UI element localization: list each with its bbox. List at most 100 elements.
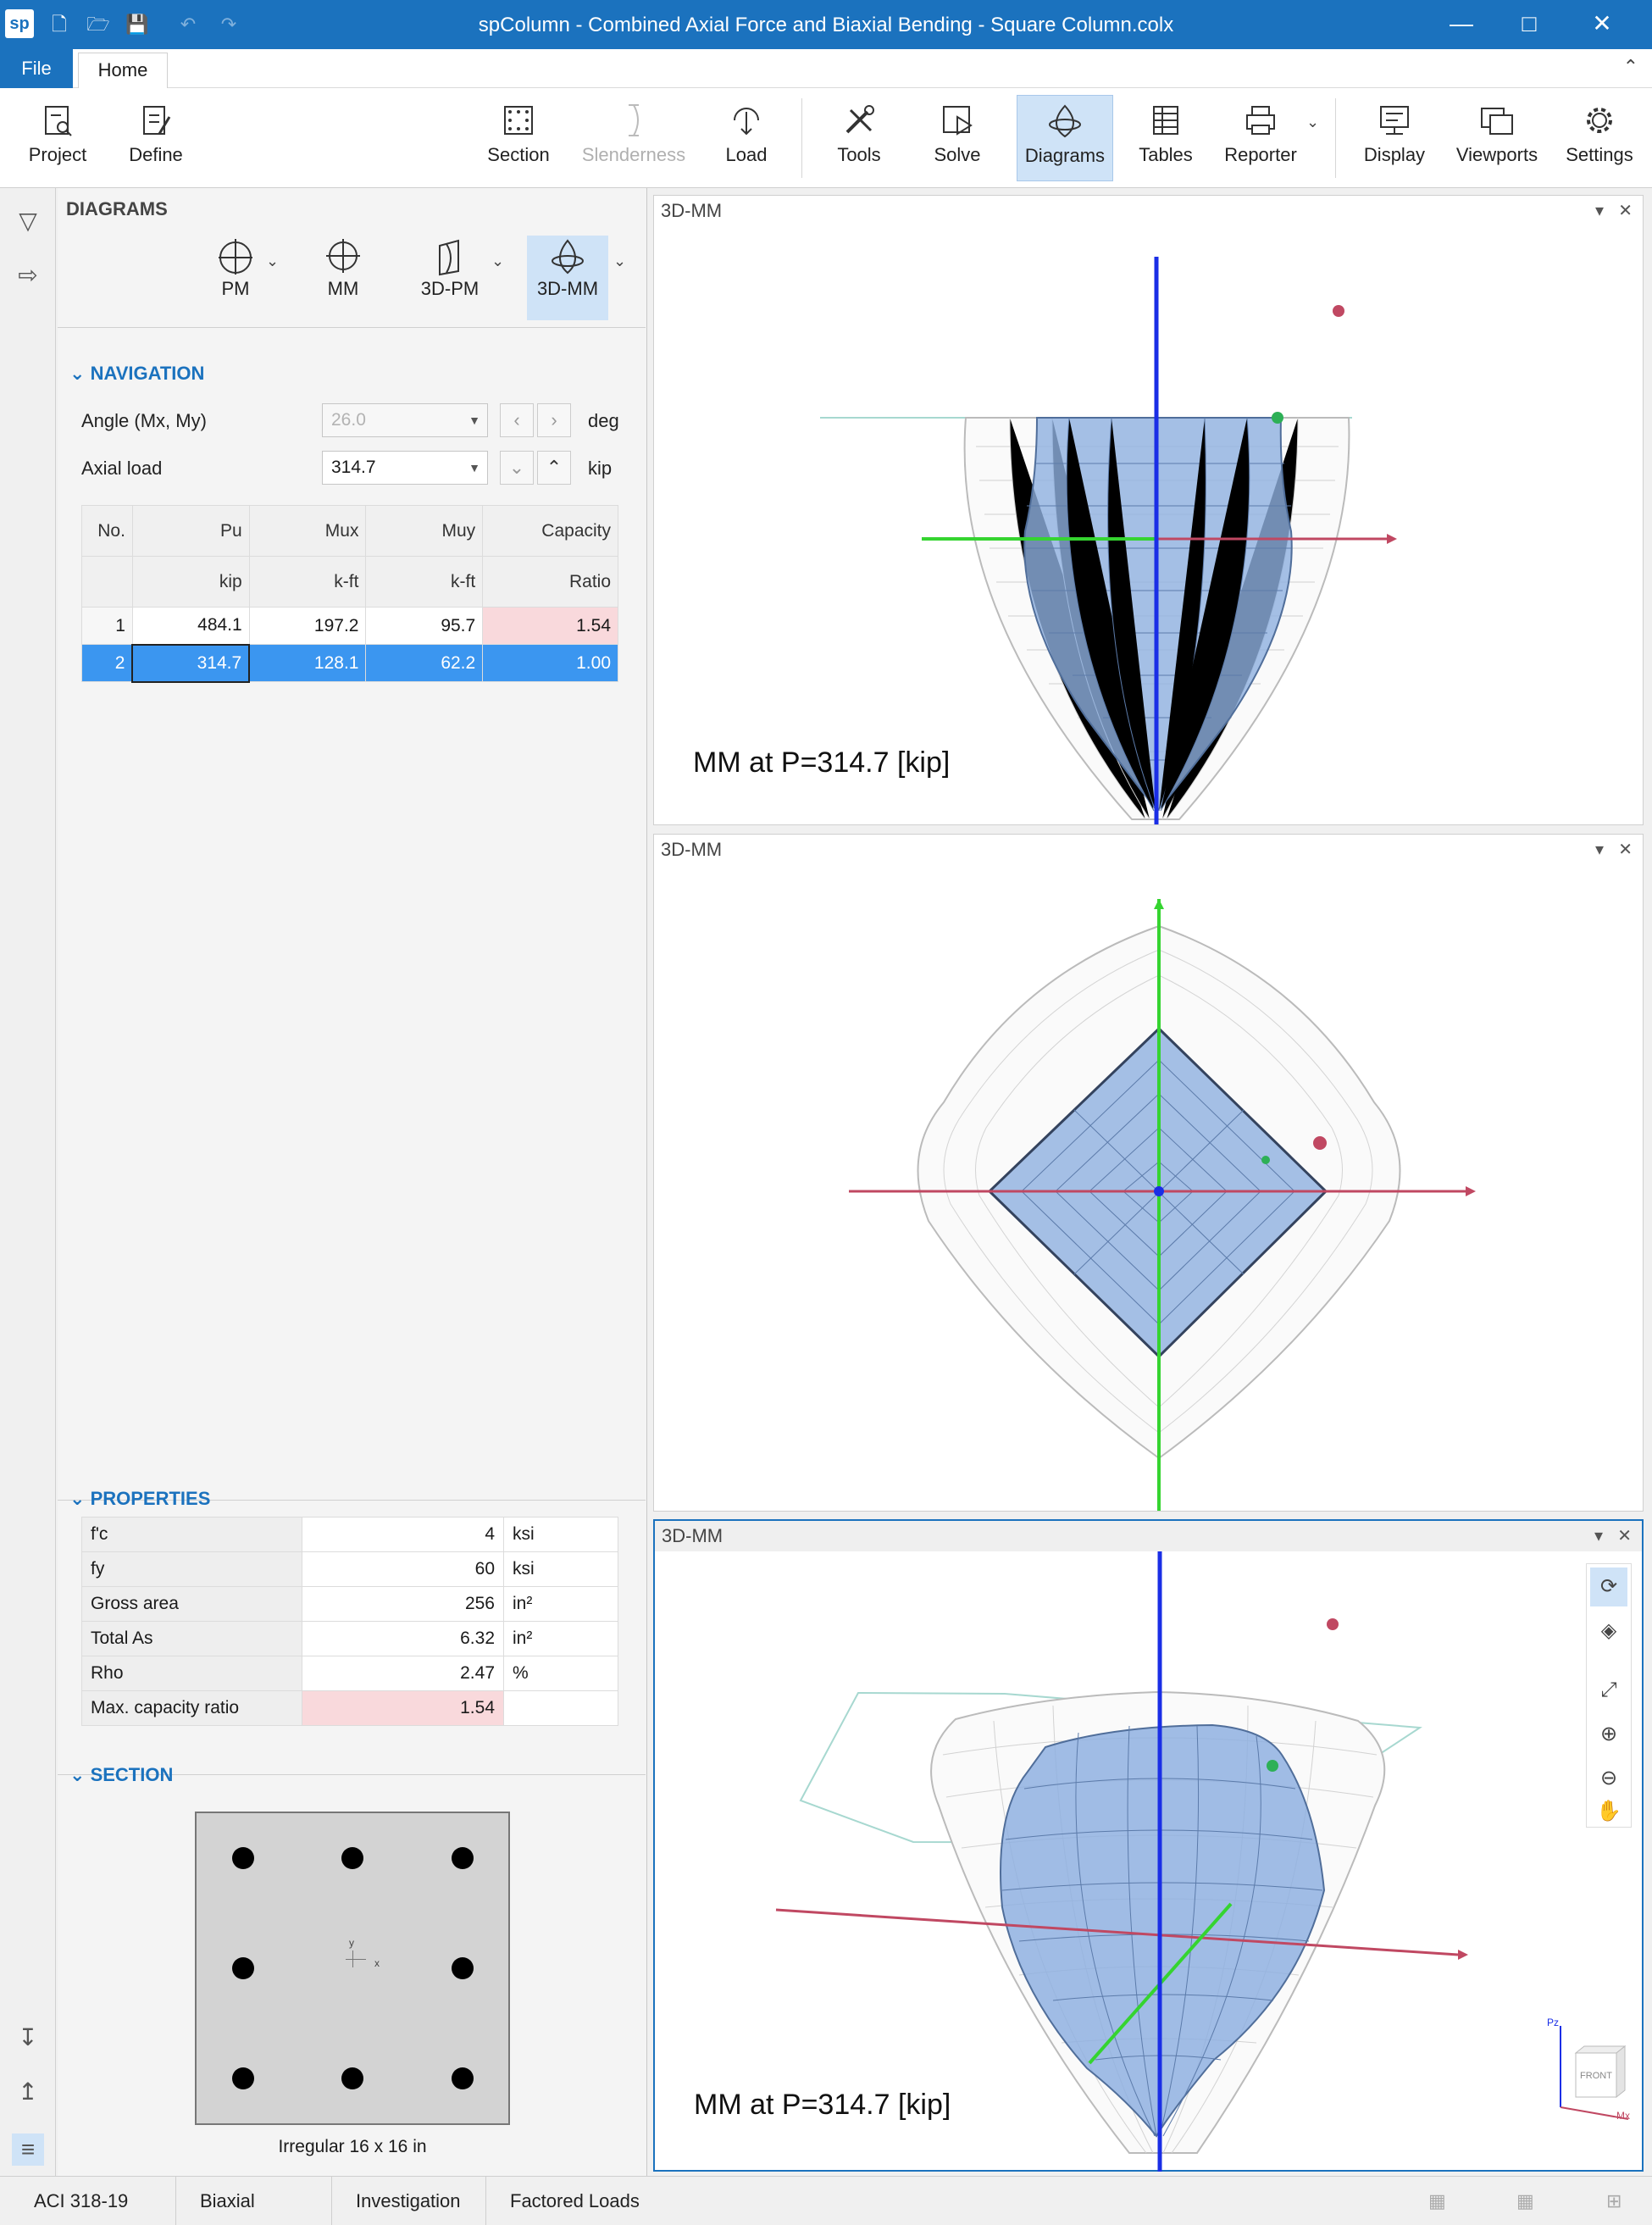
cell-muy[interactable]: 95.7 <box>365 607 484 645</box>
angle-unit: deg <box>588 410 619 431</box>
cell-pu[interactable]: 484.1 <box>131 607 250 645</box>
reporter-dropdown-icon[interactable]: ⌄ <box>1306 114 1319 131</box>
settings-button[interactable]: Settings <box>1554 95 1645 181</box>
sort-up-icon[interactable]: ↥ <box>12 2076 44 2108</box>
viewport-3d-mm-top[interactable]: 3D-MM ▾ ✕ MM at P=314.7 [kip] <box>653 195 1644 825</box>
3d-mm-diagram-button[interactable]: 3D-MM <box>527 236 608 320</box>
section-icon <box>504 106 533 135</box>
solve-icon <box>943 106 973 136</box>
viewport-3d-mm-iso[interactable]: 3D-MM ▾ ✕ MM at P=314.7 [kip] ⟳ ◈ ⤢ ⊕ ⊖ … <box>653 1519 1644 2172</box>
display-button[interactable]: Display <box>1354 95 1435 181</box>
rebar <box>452 1847 474 1869</box>
status-bending-mode: Biaxial <box>178 2177 332 2225</box>
ucs-toggle-icon[interactable]: ⊞ <box>1606 2190 1622 2212</box>
cell-pu[interactable]: 314.7 <box>131 643 251 683</box>
property-row: fy 60 ksi <box>81 1551 618 1587</box>
property-unit: % <box>503 1656 618 1691</box>
status-code: ACI 318-19 <box>12 2177 176 2225</box>
axial-load-down-button[interactable]: ⌄ <box>500 451 534 485</box>
navigation-header[interactable]: ⌄ NAVIGATION <box>69 363 204 385</box>
orbit-icon[interactable]: ⟳ <box>1590 1567 1627 1606</box>
project-button[interactable]: Project <box>17 95 98 181</box>
home-tab[interactable]: Home <box>78 53 168 89</box>
property-name: f'c <box>81 1517 302 1552</box>
table-row[interactable]: 1 484.1 197.2 95.7 1.54 <box>81 607 618 645</box>
angle-select[interactable]: 26.0 ▼ <box>322 403 488 437</box>
window-title: spColumn - Combined Axial Force and Biax… <box>478 14 1174 36</box>
col-header-muy: Muy <box>365 505 484 557</box>
viewport-title: 3D-MM <box>662 1525 723 1546</box>
tables-button[interactable]: Tables <box>1125 95 1206 181</box>
axial-load-select[interactable]: 314.7 ▼ <box>322 451 488 485</box>
zoom-out-icon[interactable]: ⊖ <box>1590 1759 1627 1798</box>
file-tab[interactable]: File <box>0 49 73 88</box>
viewport-menu-icon[interactable]: ▾ <box>1594 1521 1603 1551</box>
solve-button[interactable]: Solve <box>917 95 998 181</box>
diagrams-panel: DIAGRAMS PM ⌄ MM 3D-PM ⌄ 3D-MM ⌄ ⌄ NAVIG… <box>58 188 647 2176</box>
status-run-mode: Investigation <box>334 2177 486 2225</box>
angle-prev-button[interactable]: ‹ <box>500 403 534 437</box>
load-button[interactable]: Load <box>708 95 784 181</box>
3d-mm-dropdown-icon[interactable]: ⌄ <box>613 252 626 270</box>
zoom-extents-icon[interactable]: ⤢ <box>1590 1671 1627 1710</box>
pm-label: PM <box>221 278 250 299</box>
viewport-close-icon[interactable]: ✕ <box>1618 196 1633 226</box>
viewport-menu-icon[interactable]: ▾ <box>1595 835 1604 865</box>
mm-diagram-button[interactable]: MM <box>305 236 381 320</box>
diagrams-button[interactable]: Diagrams <box>1017 95 1113 181</box>
minimize-button[interactable]: — <box>1440 7 1483 41</box>
property-value: 2.47 <box>302 1656 504 1691</box>
sort-down-icon[interactable]: ↧ <box>12 2022 44 2054</box>
maximize-button[interactable]: □ <box>1508 7 1550 41</box>
properties-header[interactable]: ⌄ PROPERTIES <box>69 1488 210 1510</box>
viewport-close-icon[interactable]: ✕ <box>1618 835 1633 865</box>
3d-pm-diagram-button[interactable]: 3D-PM <box>403 236 496 320</box>
navigation-cube[interactable]: FRONT Pz Mx <box>1544 2016 1637 2126</box>
viewport-3d-mm-plan[interactable]: 3D-MM ▾ ✕ <box>653 834 1644 1512</box>
property-row: Gross area 256 in² <box>81 1586 618 1622</box>
diagram-view-icon[interactable]: ◈ <box>1590 1612 1627 1651</box>
slenderness-button[interactable]: Slenderness <box>576 95 691 181</box>
col-unit-ratio: Ratio <box>482 556 618 608</box>
menu-bar: File Home ⌃ <box>0 49 1652 89</box>
mm-icon <box>326 239 360 273</box>
zoom-in-icon[interactable]: ⊕ <box>1590 1715 1627 1754</box>
property-unit: in² <box>503 1586 618 1622</box>
define-button[interactable]: Define <box>115 95 197 181</box>
snap-toggle-icon[interactable]: ▦ <box>1516 2190 1534 2212</box>
axial-load-up-button[interactable]: ⌃ <box>537 451 571 485</box>
3d-pm-dropdown-icon[interactable]: ⌄ <box>491 252 504 270</box>
col-header-mux: Mux <box>248 505 367 557</box>
pan-hand-icon[interactable]: ✋ <box>1590 1795 1627 1828</box>
export-icon[interactable]: ⇨ <box>12 259 44 291</box>
pm-diagram-button[interactable]: PM <box>193 236 278 320</box>
filter-icon[interactable]: ▽ <box>12 205 44 237</box>
cell-muy[interactable]: 62.2 <box>365 644 484 682</box>
viewport-close-icon[interactable]: ✕ <box>1617 1521 1632 1551</box>
left-toolstrip: ▽ ⇨ ↧ ↥ ≡ <box>0 188 56 2176</box>
viewport-menu-icon[interactable]: ▾ <box>1595 196 1604 226</box>
cell-mux[interactable]: 197.2 <box>248 607 367 645</box>
capacity-point <box>1267 1760 1278 1772</box>
cell-mux[interactable]: 128.1 <box>248 644 367 682</box>
close-window-button[interactable]: ✕ <box>1581 7 1623 41</box>
section-button[interactable]: Section <box>478 95 559 181</box>
section-header[interactable]: ⌄ SECTION <box>69 1764 173 1786</box>
property-value: 256 <box>302 1586 504 1622</box>
reporter-button[interactable]: Reporter <box>1217 95 1305 181</box>
collapse-ribbon-icon[interactable]: ⌃ <box>1623 56 1638 78</box>
ribbon-separator <box>801 98 802 178</box>
section-axis-y: y <box>349 1937 354 1949</box>
table-row-selected[interactable]: 2 314.7 128.1 62.2 1.00 <box>81 643 618 683</box>
tools-button[interactable]: Tools <box>818 95 900 181</box>
viewports-button[interactable]: Viewports <box>1449 95 1545 181</box>
grid-toggle-icon[interactable]: ▦ <box>1428 2190 1446 2212</box>
section-drawing: y x <box>195 1812 510 2125</box>
display-label: Display <box>1363 144 1426 165</box>
reporter-label: Reporter <box>1224 144 1297 165</box>
capacity-surface <box>1000 1723 1326 2138</box>
pm-dropdown-icon[interactable]: ⌄ <box>266 252 279 270</box>
menu-lines-icon[interactable]: ≡ <box>12 2133 44 2166</box>
angle-next-button[interactable]: › <box>537 403 571 437</box>
rebar <box>341 1847 363 1869</box>
